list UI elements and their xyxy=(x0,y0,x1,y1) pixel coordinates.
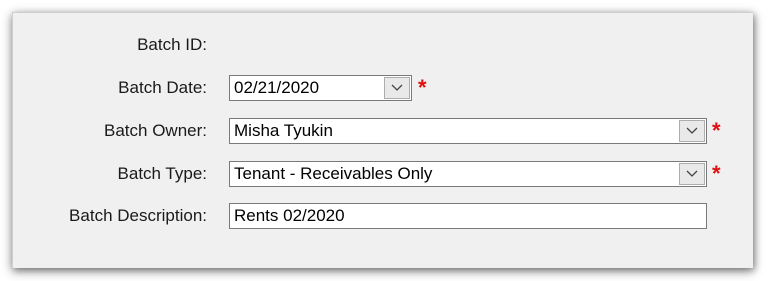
batch-type-select[interactable]: Tenant - Receivables Only xyxy=(229,161,707,187)
chevron-down-icon xyxy=(391,84,403,91)
batch-type-dropdown-button[interactable] xyxy=(679,163,705,185)
batch-type-required-marker: * xyxy=(712,161,721,186)
batch-owner-dropdown-button[interactable] xyxy=(679,120,705,142)
batch-date-value[interactable]: 02/21/2020 xyxy=(234,76,319,100)
batch-date-dropdown-button[interactable] xyxy=(384,77,410,99)
batch-owner-required-marker: * xyxy=(712,118,721,143)
batch-description-value[interactable]: Rents 02/2020 xyxy=(234,204,345,228)
batch-owner-value[interactable]: Misha Tyukin xyxy=(234,119,333,143)
batch-date-required-marker: * xyxy=(418,75,427,100)
chevron-down-icon xyxy=(686,127,698,134)
batch-description-input[interactable]: Rents 02/2020 xyxy=(229,203,707,229)
batch-type-row: Batch Type: Tenant - Receivables Only * xyxy=(13,160,753,188)
batch-id-row: Batch ID: xyxy=(13,31,753,59)
batch-id-label: Batch ID: xyxy=(137,35,207,54)
batch-form-panel: Batch ID: Batch Date: 02/21/2020 * Batch… xyxy=(12,12,753,268)
batch-description-row: Batch Description: Rents 02/2020 xyxy=(13,202,753,230)
chevron-down-icon xyxy=(686,170,698,177)
batch-date-label: Batch Date: xyxy=(118,78,207,97)
batch-type-value[interactable]: Tenant - Receivables Only xyxy=(234,162,432,186)
batch-type-label: Batch Type: xyxy=(117,164,207,183)
batch-description-label: Batch Description: xyxy=(69,206,207,225)
batch-owner-select[interactable]: Misha Tyukin xyxy=(229,118,707,144)
batch-owner-label: Batch Owner: xyxy=(104,121,207,140)
batch-date-picker[interactable]: 02/21/2020 xyxy=(229,75,412,101)
batch-owner-row: Batch Owner: Misha Tyukin * xyxy=(13,117,753,145)
batch-date-row: Batch Date: 02/21/2020 * xyxy=(13,74,753,102)
